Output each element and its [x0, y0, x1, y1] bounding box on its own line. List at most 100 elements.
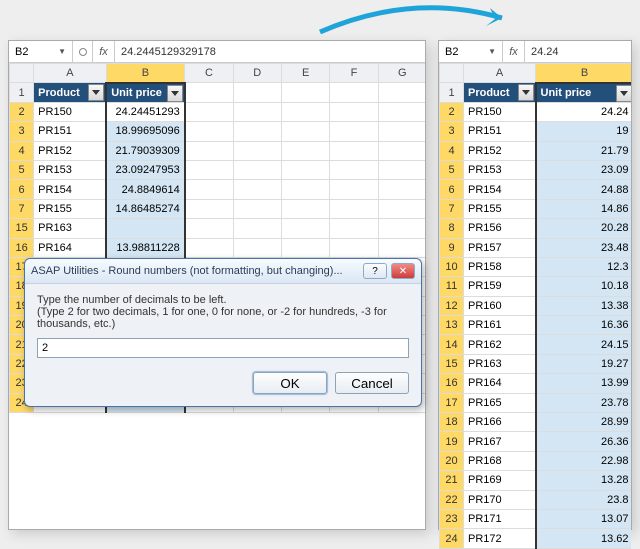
cell-empty[interactable] [330, 180, 378, 199]
cell-empty[interactable] [281, 238, 329, 257]
cell-empty[interactable] [330, 83, 378, 102]
help-button[interactable]: ? [363, 263, 387, 279]
cell-unit-price[interactable]: 13.07 [536, 509, 632, 528]
col-header-B[interactable]: B [536, 64, 632, 83]
row-header[interactable]: 19 [440, 432, 464, 451]
cell-unit-price[interactable]: 24.8849614 [106, 180, 185, 199]
col-header-C[interactable]: C [185, 64, 233, 83]
cell-empty[interactable] [185, 122, 233, 141]
cell-empty[interactable] [330, 219, 378, 238]
cell-unit-price[interactable]: 16.36 [536, 316, 632, 335]
cell-empty[interactable] [378, 238, 425, 257]
table-header-unit-price[interactable]: Unit price [106, 83, 185, 102]
row-header[interactable]: 15 [10, 219, 34, 238]
cell-product[interactable]: PR155 [34, 199, 107, 218]
row-header[interactable]: 17 [440, 393, 464, 412]
table-header-product[interactable]: Product [464, 83, 536, 102]
cell-product[interactable]: PR150 [464, 102, 536, 121]
cell-product[interactable]: PR154 [34, 180, 107, 199]
cell-product[interactable]: PR156 [464, 219, 536, 238]
cell-empty[interactable] [281, 83, 329, 102]
cell-empty[interactable] [233, 83, 281, 102]
cell-product[interactable]: PR167 [464, 432, 536, 451]
row-header[interactable]: 9 [440, 238, 464, 257]
table-header-product[interactable]: Product [34, 83, 107, 102]
row-header[interactable]: 8 [440, 219, 464, 238]
cell-unit-price[interactable]: 20.28 [536, 219, 632, 238]
row-header[interactable]: 3 [10, 122, 34, 141]
filter-button[interactable] [167, 85, 183, 102]
cell-unit-price[interactable]: 14.86485274 [106, 199, 185, 218]
cell-empty[interactable] [378, 219, 425, 238]
cell-empty[interactable] [233, 141, 281, 160]
cell-unit-price[interactable]: 23.48 [536, 238, 632, 257]
cell-empty[interactable] [378, 141, 425, 160]
row-header[interactable]: 22 [440, 490, 464, 509]
filter-button[interactable] [518, 84, 534, 101]
cell-product[interactable]: PR151 [34, 122, 107, 141]
cell-empty[interactable] [330, 141, 378, 160]
formula-input[interactable]: 24.2445129329178 [115, 46, 425, 58]
cell-product[interactable]: PR168 [464, 451, 536, 470]
cell-product[interactable]: PR164 [464, 374, 536, 393]
row-header[interactable]: 21 [440, 471, 464, 490]
row-header[interactable]: 23 [440, 509, 464, 528]
cell-product[interactable]: PR165 [464, 393, 536, 412]
col-header-E[interactable]: E [281, 64, 329, 83]
cell-product[interactable]: PR169 [464, 471, 536, 490]
cell-product[interactable]: PR170 [464, 490, 536, 509]
cell-product[interactable]: PR163 [34, 219, 107, 238]
row-header[interactable]: 10 [440, 257, 464, 276]
cancel-button[interactable]: Cancel [335, 372, 409, 394]
grid-right[interactable]: AB1ProductUnit price2PR15024.243PR151194… [439, 63, 631, 549]
cell-product[interactable]: PR154 [464, 180, 536, 199]
row-header[interactable]: 4 [440, 141, 464, 160]
cell-unit-price[interactable]: 22.98 [536, 451, 632, 470]
cell-empty[interactable] [233, 160, 281, 179]
row-header[interactable]: 4 [10, 141, 34, 160]
row-header[interactable]: 5 [440, 160, 464, 179]
cell-unit-price[interactable]: 13.99 [536, 374, 632, 393]
cell-empty[interactable] [185, 83, 233, 102]
cell-product[interactable]: PR159 [464, 277, 536, 296]
row-header[interactable]: 2 [10, 102, 34, 121]
cell-unit-price[interactable]: 23.8 [536, 490, 632, 509]
chevron-down-icon[interactable]: ▼ [58, 47, 66, 56]
row-header[interactable]: 1 [10, 83, 34, 102]
cell-product[interactable]: PR163 [464, 354, 536, 373]
row-header[interactable]: 16 [440, 374, 464, 393]
cell-empty[interactable] [233, 199, 281, 218]
cell-empty[interactable] [378, 199, 425, 218]
cell-product[interactable]: PR152 [34, 141, 107, 160]
row-header[interactable]: 20 [440, 451, 464, 470]
cell-unit-price[interactable]: 19 [536, 122, 632, 141]
cell-unit-price[interactable]: 24.88 [536, 180, 632, 199]
cell-empty[interactable] [281, 160, 329, 179]
table-header-unit-price[interactable]: Unit price [536, 83, 632, 102]
cell-unit-price[interactable]: 18.99695096 [106, 122, 185, 141]
cell-product[interactable]: PR161 [464, 316, 536, 335]
cell-unit-price[interactable]: 28.99 [536, 413, 632, 432]
cell-unit-price[interactable]: 13.62 [536, 529, 632, 548]
row-header[interactable]: 12 [440, 296, 464, 315]
cell-product[interactable]: PR152 [464, 141, 536, 160]
cell-empty[interactable] [281, 219, 329, 238]
cell-empty[interactable] [330, 122, 378, 141]
cell-product[interactable]: PR164 [34, 238, 107, 257]
close-button[interactable]: ✕ [391, 263, 415, 279]
cell-empty[interactable] [378, 102, 425, 121]
row-header[interactable]: 5 [10, 160, 34, 179]
cell-empty[interactable] [378, 180, 425, 199]
cell-empty[interactable] [281, 141, 329, 160]
row-header[interactable]: 3 [440, 122, 464, 141]
cell-product[interactable]: PR172 [464, 529, 536, 548]
cell-unit-price[interactable]: 23.09247953 [106, 160, 185, 179]
filter-button[interactable] [88, 84, 104, 101]
cell-product[interactable]: PR155 [464, 199, 536, 218]
cell-unit-price[interactable]: 19.27 [536, 354, 632, 373]
row-header[interactable]: 7 [440, 199, 464, 218]
row-header[interactable]: 13 [440, 316, 464, 335]
cell-empty[interactable] [330, 199, 378, 218]
cell-unit-price[interactable]: 13.38 [536, 296, 632, 315]
cell-empty[interactable] [185, 102, 233, 121]
